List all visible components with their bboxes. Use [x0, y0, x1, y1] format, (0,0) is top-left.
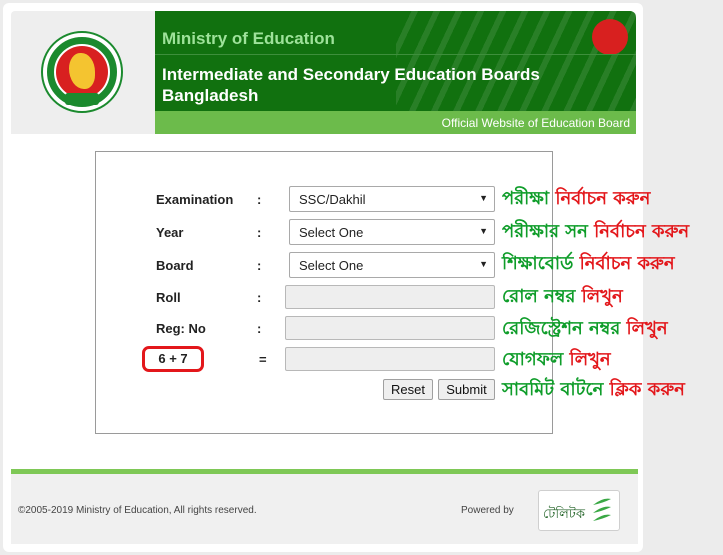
chevron-down-icon: ▼ — [479, 259, 488, 269]
footer: ©2005-2019 Ministry of Education, All ri… — [11, 474, 638, 544]
header-logo-panel — [11, 11, 155, 134]
hint-captcha-green: যোগফল — [502, 349, 564, 370]
hint-board-green: শিক্ষাবোর্ড — [502, 253, 574, 274]
hint-examination: পরীক্ষা নির্বাচন করুন — [502, 184, 650, 215]
hint-roll-green: রোল নম্বর — [502, 286, 576, 307]
government-seal-icon — [41, 31, 123, 113]
hint-examination-red: নির্বাচন করুন — [555, 188, 651, 209]
board-select[interactable]: Select One ▼ — [289, 252, 495, 278]
header-divider — [155, 54, 636, 55]
hint-captcha: যোগফল লিখুন — [502, 345, 611, 376]
hint-submit: সাবমিট বাটনে ক্লিক করুন — [502, 375, 685, 406]
roll-colon: : — [257, 290, 262, 305]
year-label: Year — [156, 225, 184, 240]
examination-colon: : — [257, 192, 262, 207]
official-website-label: Official Website of Education Board — [441, 116, 630, 130]
reg-no-label: Reg: No — [156, 321, 206, 336]
reset-button[interactable]: Reset — [383, 379, 433, 400]
year-colon: : — [257, 225, 262, 240]
powered-by-label: Powered by — [461, 505, 514, 516]
hint-roll-red: লিখুন — [581, 286, 623, 307]
board-select-value: Select One — [299, 258, 364, 273]
hint-reg-no-red: লিখুন — [626, 318, 668, 339]
reg-no-colon: : — [257, 321, 262, 336]
captcha-answer-input[interactable] — [285, 347, 495, 371]
copyright-text: ©2005-2019 Ministry of Education, All ri… — [18, 505, 257, 516]
year-select[interactable]: Select One ▼ — [289, 219, 495, 245]
teletalk-logo-text: টেলিটক — [543, 507, 585, 522]
chevron-down-icon: ▼ — [479, 193, 488, 203]
hint-examination-green: পরীক্ষা — [502, 188, 550, 209]
ministry-title: Ministry of Education — [162, 29, 335, 48]
captcha-question: 6 + 7 — [142, 346, 204, 372]
examination-select[interactable]: SSC/Dakhil ▼ — [289, 186, 495, 212]
roll-label: Roll — [156, 290, 181, 305]
hint-roll: রোল নম্বর লিখুন — [502, 282, 623, 313]
examination-label: Examination — [156, 192, 234, 207]
hint-year: পরীক্ষার সন নির্বাচন করুন — [502, 217, 689, 248]
hint-submit-red: ক্লিক করুন — [609, 379, 685, 400]
hint-reg-no: রেজিস্ট্রেশন নম্বর লিখুন — [502, 314, 668, 345]
board-title: Intermediate and Secondary Education Boa… — [162, 65, 540, 105]
header-subbar: Official Website of Education Board — [155, 111, 636, 134]
examination-select-value: SSC/Dakhil — [299, 192, 366, 207]
chevron-down-icon: ▼ — [479, 226, 488, 236]
header-banner: Ministry of Education Intermediate and S… — [155, 11, 636, 111]
hint-year-green: পরীক্ষার সন — [502, 221, 588, 242]
captcha-equals: = — [259, 352, 267, 367]
hint-reg-no-green: রেজিস্ট্রেশন নম্বর — [502, 318, 621, 339]
reg-no-input[interactable] — [285, 316, 495, 340]
flag-dot-decoration — [592, 19, 628, 55]
page-container: Ministry of Education Intermediate and S… — [3, 3, 689, 552]
roll-input[interactable] — [285, 285, 495, 309]
submit-button[interactable]: Submit — [438, 379, 495, 400]
board-label: Board — [156, 258, 194, 273]
teletalk-logo[interactable]: টেলিটক — [538, 490, 620, 531]
year-select-value: Select One — [299, 225, 364, 240]
hint-board: শিক্ষাবোর্ড নির্বাচন করুন — [502, 249, 675, 280]
board-colon: : — [257, 258, 262, 273]
hint-submit-green: সাবমিট বাটনে — [502, 379, 604, 400]
leaf-icon — [593, 498, 611, 521]
hint-board-red: নির্বাচন করুন — [579, 253, 675, 274]
hint-captcha-red: লিখুন — [569, 349, 611, 370]
result-form: Examination : SSC/Dakhil ▼ Year : Select… — [95, 151, 553, 434]
hint-year-red: নির্বাচন করুন — [594, 221, 690, 242]
